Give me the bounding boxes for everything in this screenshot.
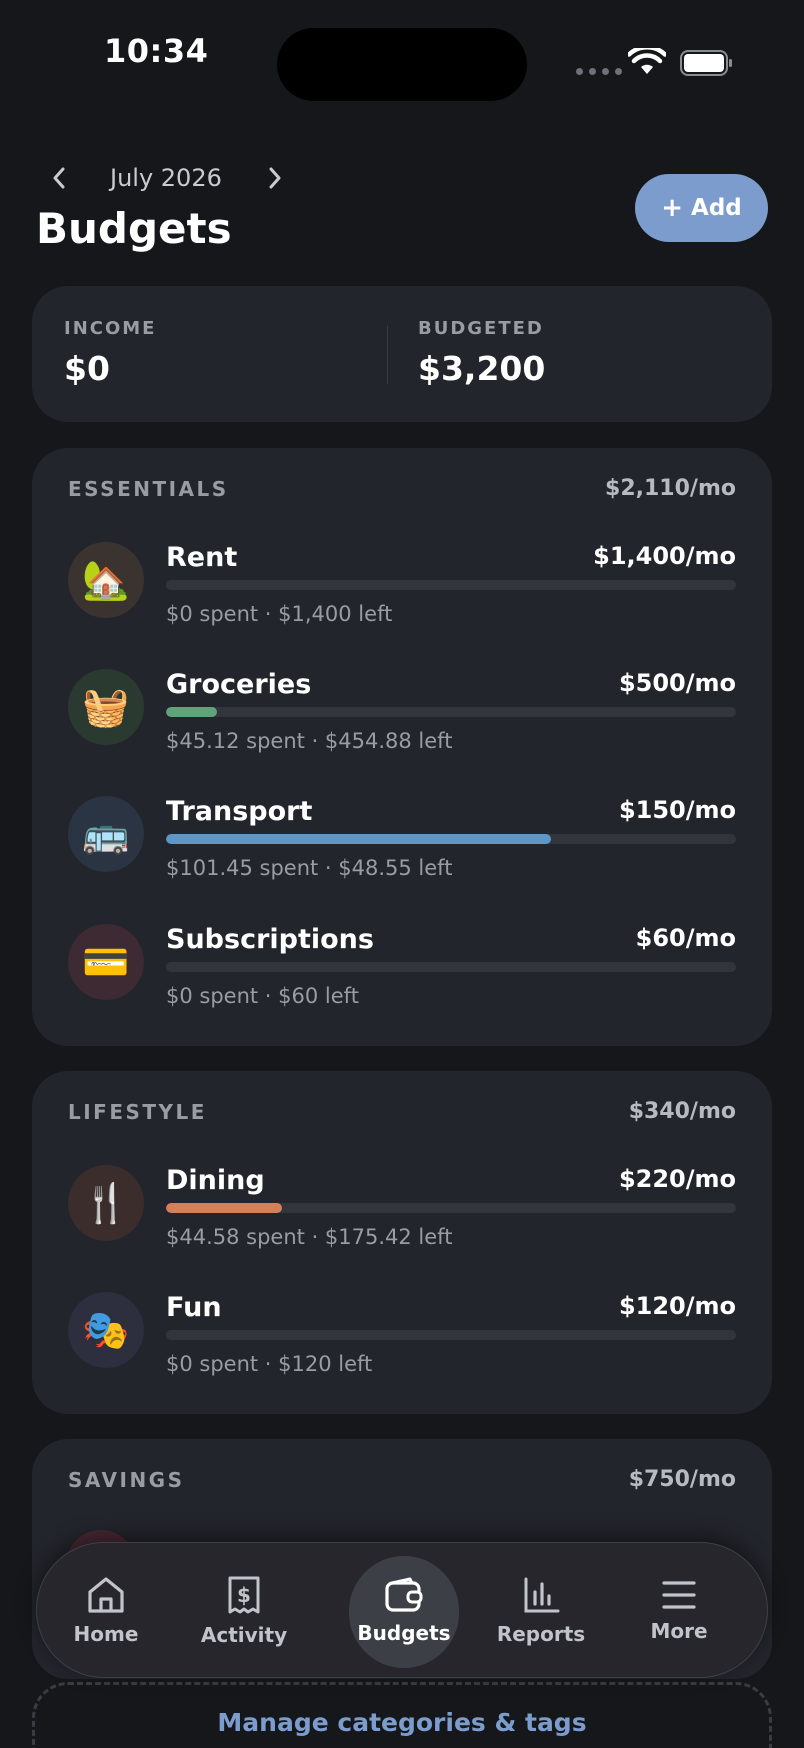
tab-label: Reports — [496, 1622, 586, 1646]
dynamic-island — [277, 28, 527, 101]
fork-spoon-icon: 🍴 — [68, 1165, 144, 1241]
manage-categories-link[interactable]: Manage categories & tags — [0, 1708, 804, 1737]
wifi-icon — [628, 48, 666, 74]
budgeted-value: $3,200 — [418, 349, 546, 388]
chevron-left-icon — [53, 167, 65, 189]
progress-fill — [166, 834, 552, 844]
page-title: Budgets — [36, 204, 232, 253]
group-card-lifestyle: LIFESTYLE $340/mo 🍴 Dining $220/mo $44.5… — [32, 1071, 772, 1414]
budget-name: Fun — [166, 1292, 222, 1323]
progress-track — [166, 834, 736, 844]
budget-amount: $60/mo — [635, 924, 736, 952]
group-name: ESSENTIALS — [68, 476, 229, 501]
bottom-tab-bar: Home $ Activity Budgets Reports More — [36, 1542, 768, 1678]
group-card-essentials: ESSENTIALS $2,110/mo 🏡 Rent $1,400/mo $0… — [32, 448, 772, 1046]
status-bar: 10:34 — [0, 0, 804, 101]
progress-track — [166, 1330, 736, 1340]
basket-icon: 🧺 — [68, 669, 144, 745]
budget-amount: $500/mo — [618, 669, 736, 697]
tab-activity[interactable]: $ Activity — [189, 1543, 299, 1679]
budget-spent-left: $45.12 spent · $454.88 left — [166, 729, 453, 753]
budget-spent-left: $0 spent · $1,400 left — [166, 602, 393, 626]
tab-more[interactable]: More — [624, 1543, 734, 1679]
budgeted-summary: BUDGETED $3,200 — [418, 318, 545, 388]
svg-text:$: $ — [237, 1583, 251, 1607]
progress-fill — [166, 707, 218, 717]
budget-row-rent[interactable]: 🏡 Rent $1,400/mo $0 spent · $1,400 left — [68, 542, 736, 642]
budget-spent-left: $0 spent · $60 left — [166, 984, 359, 1008]
battery-icon — [680, 50, 732, 76]
group-total: $750/mo — [628, 1467, 736, 1492]
group-header: ESSENTIALS $2,110/mo — [68, 476, 736, 501]
group-total: $2,110/mo — [605, 476, 736, 501]
budget-amount: $150/mo — [618, 796, 736, 824]
progress-track — [166, 1203, 736, 1213]
chevron-right-icon — [269, 167, 281, 189]
budget-row-fun[interactable]: 🎭 Fun $120/mo $0 spent · $120 left — [68, 1292, 736, 1392]
tab-label: Home — [73, 1622, 139, 1646]
tab-label: Budgets — [357, 1621, 451, 1645]
credit-card-icon: 💳 — [68, 924, 144, 1000]
budget-spent-left: $44.58 spent · $175.42 left — [166, 1225, 453, 1249]
budget-name: Rent — [166, 542, 238, 573]
budget-spent-left: $0 spent · $120 left — [166, 1352, 373, 1376]
theater-masks-icon: 🎭 — [68, 1292, 144, 1368]
add-button-label: Add — [691, 195, 742, 221]
wallet-icon — [385, 1577, 423, 1612]
receipt-icon: $ — [228, 1576, 260, 1614]
income-summary: INCOME $0 — [64, 318, 156, 388]
bar-chart-icon — [524, 1577, 560, 1613]
progress-track — [166, 580, 736, 590]
month-navigator: July 2026 — [48, 160, 286, 196]
group-name: LIFESTYLE — [68, 1099, 207, 1124]
budget-amount: $120/mo — [618, 1292, 736, 1320]
house-key-icon: 🏡 — [68, 542, 144, 618]
income-label: INCOME — [64, 318, 157, 339]
budget-name: Groceries — [166, 669, 312, 700]
income-value: $0 — [64, 349, 110, 388]
budgeted-label: BUDGETED — [418, 318, 544, 339]
progress-track — [166, 962, 736, 972]
budget-amount: $1,400/mo — [593, 542, 736, 570]
summary-card: INCOME $0 BUDGETED $3,200 — [32, 286, 772, 422]
month-label[interactable]: July 2026 — [110, 164, 222, 192]
tab-label: More — [650, 1619, 708, 1643]
home-icon — [88, 1577, 124, 1613]
budget-name: Dining — [166, 1165, 265, 1196]
bus-icon: 🚌 — [68, 796, 144, 872]
budget-spent-left: $101.45 spent · $48.55 left — [166, 856, 453, 880]
budget-row-dining[interactable]: 🍴 Dining $220/mo $44.58 spent · $175.42 … — [68, 1165, 736, 1265]
status-time: 10:34 — [104, 32, 209, 70]
budget-amount: $220/mo — [618, 1165, 736, 1193]
menu-icon — [662, 1581, 696, 1609]
budget-name: Subscriptions — [166, 924, 374, 955]
next-month-button[interactable] — [264, 160, 286, 196]
group-header: LIFESTYLE $340/mo — [68, 1099, 736, 1124]
previous-month-button[interactable] — [48, 160, 70, 196]
tab-label: Activity — [200, 1623, 288, 1647]
group-header: SAVINGS $750/mo — [68, 1467, 736, 1492]
group-name: SAVINGS — [68, 1467, 185, 1492]
add-budget-button[interactable]: + Add — [635, 174, 768, 242]
summary-divider — [387, 326, 388, 384]
cellular-signal-icon — [576, 68, 622, 75]
budget-name: Transport — [166, 796, 313, 827]
tab-reports[interactable]: Reports — [486, 1543, 596, 1679]
budget-row-transport[interactable]: 🚌 Transport $150/mo $101.45 spent · $48.… — [68, 796, 736, 896]
budget-row-subscriptions[interactable]: 💳 Subscriptions $60/mo $0 spent · $60 le… — [68, 924, 736, 1024]
tab-budgets[interactable]: Budgets — [349, 1543, 459, 1679]
tab-home[interactable]: Home — [51, 1543, 161, 1679]
progress-track — [166, 707, 736, 717]
budget-row-groceries[interactable]: 🧺 Groceries $500/mo $45.12 spent · $454.… — [68, 669, 736, 769]
progress-fill — [166, 1203, 282, 1213]
plus-icon: + — [661, 193, 684, 223]
group-total: $340/mo — [628, 1099, 736, 1124]
